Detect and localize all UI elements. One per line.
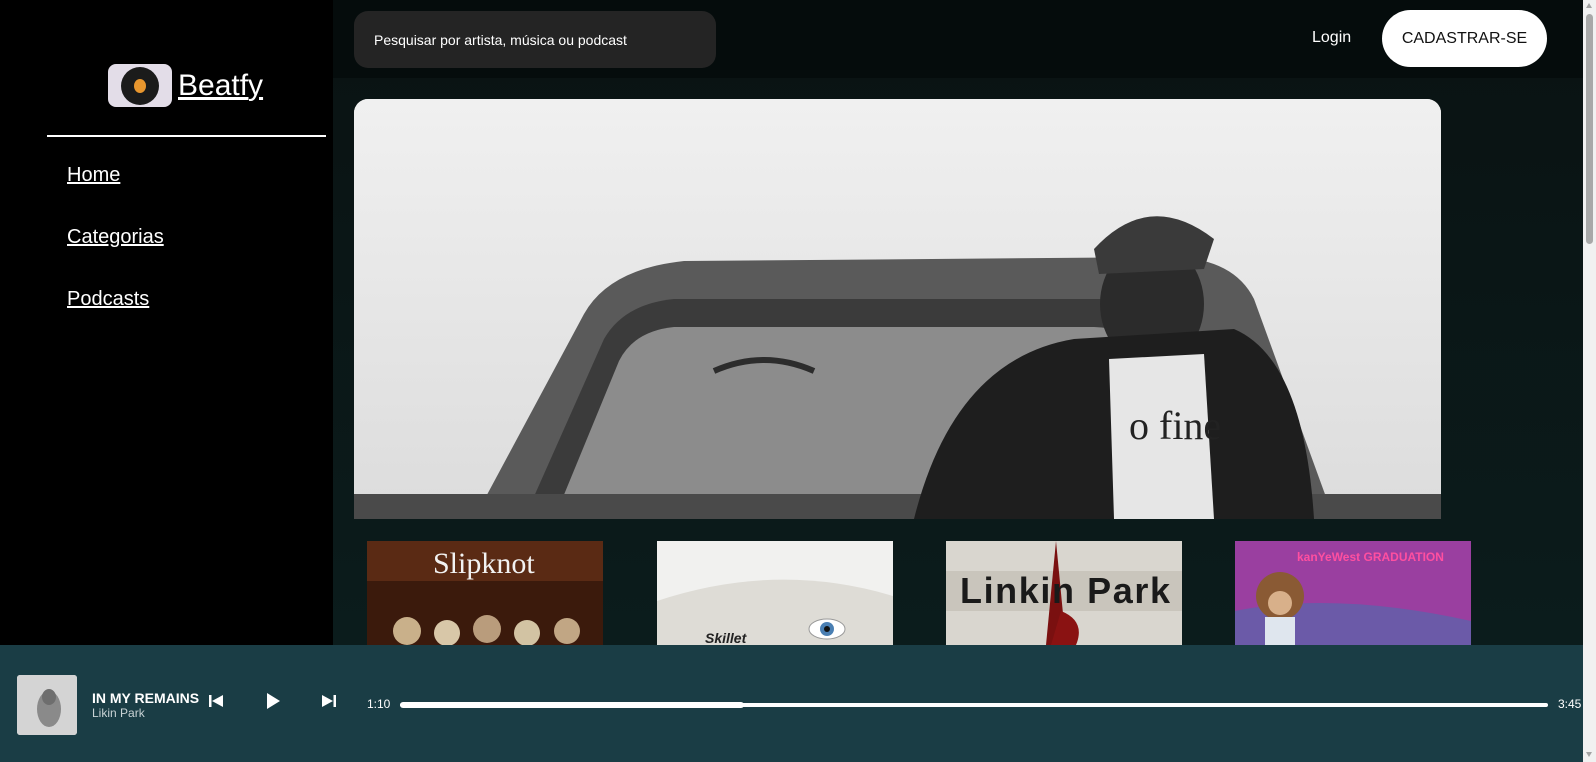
album-cover-title: Slipknot [433,547,535,580]
hero-banner-image[interactable]: o fine [354,99,1441,519]
album-cover: Linkin Park [946,541,1182,645]
album-cover: Slipknot [367,541,603,645]
skip-next-icon[interactable] [321,693,337,714]
skip-previous-icon[interactable] [208,693,224,714]
album-cover-text: kanYeWest GRADUATION [1297,550,1444,564]
total-time: 3:45 [1558,697,1582,711]
track-title: IN MY REMAINS [92,690,200,706]
brand-name[interactable]: Beatfy [178,69,263,103]
album-cover-artist: Linkin Park [960,570,1171,611]
scrollbar-thumb[interactable] [1586,14,1593,244]
play-icon[interactable] [265,692,281,715]
album-art [17,675,77,735]
track-thumbnail[interactable] [17,675,77,735]
scroll-up-icon[interactable] [1586,3,1592,8]
sidebar-divider [47,135,326,137]
sidebar-item-home[interactable]: Home [67,164,120,187]
vinyl-record-icon [108,64,172,107]
signup-button[interactable]: CADASTRAR-SE [1382,10,1547,67]
album-card-slipknot[interactable]: Slipknot [367,541,603,645]
search-input[interactable] [354,11,716,68]
login-link[interactable]: Login [1312,29,1351,47]
svg-text:o fine: o fine [1129,403,1221,448]
progress-bar[interactable] [400,702,1548,708]
album-cover-artist: Skillet [705,630,748,645]
progress-fill [400,702,745,708]
album-cover: Skillet [657,541,893,645]
sidebar-item-podcasts[interactable]: Podcasts [67,288,149,311]
sidebar-item-categorias[interactable]: Categorias [67,226,164,249]
album-card-skillet[interactable]: Skillet [657,541,893,645]
current-time: 1:10 [367,697,391,711]
scroll-down-icon[interactable] [1586,752,1592,757]
album-cover: kanYeWest GRADUATION [1235,541,1471,645]
album-card-graduation[interactable]: kanYeWest GRADUATION [1235,541,1471,645]
hero-photo: o fine [354,99,1441,519]
brand-logo[interactable]: Beatfy [108,64,263,107]
album-card-linkin-park[interactable]: Linkin Park [946,541,1182,645]
track-artist: Likin Park [92,706,145,720]
page-scrollbar[interactable] [1583,0,1596,762]
